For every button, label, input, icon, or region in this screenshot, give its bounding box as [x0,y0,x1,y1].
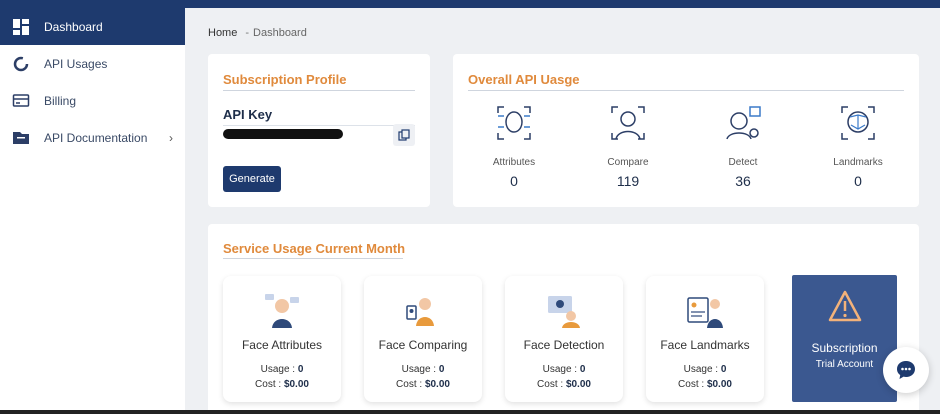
subscription-profile-card: Subscription Profile API Key Generate [208,54,430,207]
service-name: Face Comparing [378,338,468,352]
service-usage: Usage : 0 [364,364,482,375]
usage-label: Usage : [542,364,578,375]
breadcrumb: Home - Dashboard [208,27,307,39]
stat-label: Detect [728,157,758,168]
service-card-face-attributes[interactable]: Face Attributes Usage : 0 Cost : $0.00 [223,276,341,402]
subscription-title: Subscription [811,341,878,355]
cost-value: $0.00 [283,379,309,390]
sidebar-item-label: API Documentation [44,130,148,145]
subscription-card[interactable]: Subscription Trial Account [792,275,897,402]
card-title: Service Usage Current Month [223,241,406,256]
billing-icon [12,93,30,107]
stat-label: Attributes [492,157,536,168]
face-detect-icon [726,106,761,140]
card-title: Overall API Uasge [468,72,580,87]
cost-label: Cost : [255,379,282,390]
chat-button[interactable] [883,347,929,393]
service-cost: Cost : $0.00 [505,379,623,390]
warning-icon [828,290,861,322]
divider [223,258,403,259]
face-attributes-illustration-icon [265,294,299,328]
usage-value: 0 [297,364,304,375]
face-landmarks-icon [841,106,875,140]
face-attributes-icon [497,106,531,140]
service-cost: Cost : $0.00 [364,379,482,390]
service-card-face-detection[interactable]: Face Detection Usage : 0 Cost : $0.00 [505,276,623,402]
usage-value: 0 [438,364,445,375]
divider [468,90,904,91]
breadcrumb-separator: - [245,27,250,39]
subscription-plan: Trial Account [815,359,874,370]
donut-chart-icon [13,56,29,71]
cost-label: Cost : [396,379,423,390]
sidebar-item-api-usages[interactable]: API Usages [0,45,185,82]
usage-label: Usage : [260,364,296,375]
sidebar-item-label: API Usages [44,56,108,71]
stat-attributes: Attributes 0 [464,103,564,189]
overall-api-usage-card: Overall API Uasge Attributes 0 Compare 1… [453,54,919,207]
sidebar-item-label: Dashboard [44,19,103,34]
usage-label: Usage : [683,364,719,375]
stat-value: 36 [735,173,751,189]
service-usage: Usage : 0 [646,364,764,375]
face-compare-icon [611,106,645,140]
sidebar-item-api-documentation[interactable]: API Documentation › [0,119,185,156]
face-detection-illustration-icon [548,296,580,328]
usage-label: Usage : [401,364,437,375]
copy-icon [398,129,410,141]
api-key-redacted-value [223,129,343,139]
cost-value: $0.00 [424,379,450,390]
dashboard-icon [13,18,29,35]
documentation-icon [13,131,29,144]
top-bar [0,0,940,8]
service-usage: Usage : 0 [223,364,341,375]
stat-landmarks: Landmarks 0 [808,103,908,189]
cost-label: Cost : [537,379,564,390]
service-usage: Usage : 0 [505,364,623,375]
sidebar: Dashboard API Usages Billing API Documen… [0,8,185,414]
usage-value: 0 [720,364,727,375]
stat-label: Landmarks [833,157,883,168]
chevron-right-icon: › [169,130,173,145]
cost-label: Cost : [678,379,705,390]
divider [223,90,415,91]
sidebar-item-billing[interactable]: Billing [0,82,185,119]
service-name: Face Landmarks [660,338,750,352]
breadcrumb-current: Dashboard [253,27,307,39]
stat-label: Compare [607,157,649,168]
stat-value: 0 [854,173,862,189]
stat-value: 0 [510,173,518,189]
card-title: Subscription Profile [223,72,347,87]
divider [223,125,415,126]
service-cost: Cost : $0.00 [223,379,341,390]
face-comparing-illustration-icon [406,298,434,326]
stat-compare: Compare 119 [578,103,678,189]
sidebar-item-label: Billing [44,93,77,108]
cost-value: $0.00 [706,379,732,390]
service-name: Face Attributes [241,338,323,352]
service-cost: Cost : $0.00 [646,379,764,390]
stat-detect: Detect 36 [693,103,793,189]
sidebar-item-dashboard[interactable]: Dashboard [0,8,185,45]
generate-button[interactable]: Generate [223,166,281,192]
stat-value: 119 [616,173,640,189]
usage-value: 0 [579,364,586,375]
service-card-face-comparing[interactable]: Face Comparing Usage : 0 Cost : $0.00 [364,276,482,402]
breadcrumb-home[interactable]: Home [208,27,237,39]
chat-icon [897,361,915,379]
service-name: Face Detection [523,338,605,352]
cost-value: $0.00 [565,379,591,390]
face-landmarks-illustration-icon [687,297,723,328]
copy-button[interactable] [393,124,415,146]
bottom-edge [0,410,940,414]
api-key-label: API Key [223,107,273,122]
service-card-face-landmarks[interactable]: Face Landmarks Usage : 0 Cost : $0.00 [646,276,764,402]
